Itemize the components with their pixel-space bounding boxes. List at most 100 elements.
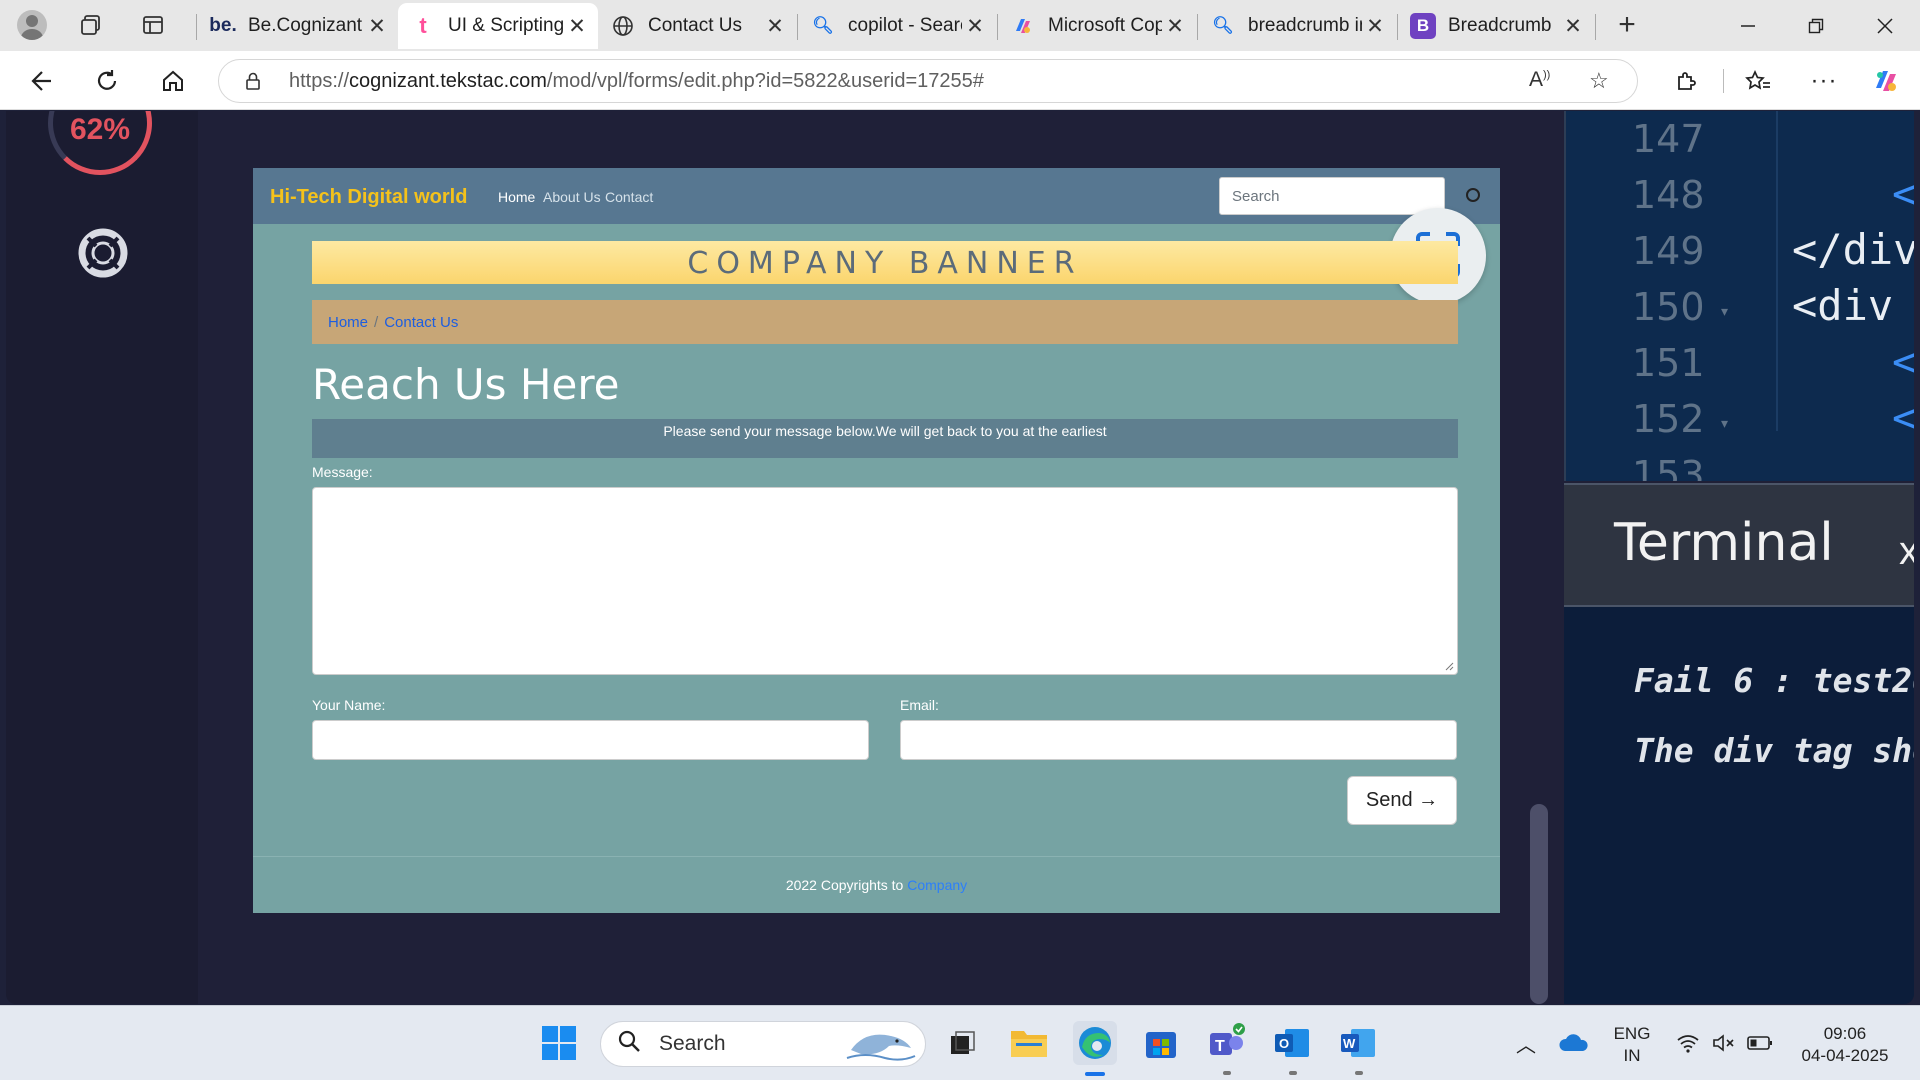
fold-chevron-icon[interactable]: ▾ xyxy=(1721,303,1728,320)
read-aloud-icon[interactable]: A)) xyxy=(1529,68,1550,92)
close-tab-icon[interactable]: ✕ xyxy=(762,14,788,39)
minimize-icon[interactable] xyxy=(1718,0,1778,51)
send-button[interactable]: Send → xyxy=(1347,776,1457,825)
preview-pane: Hi-Tech Digital world Home About Us Cont… xyxy=(198,111,1564,1004)
tab-contact-us[interactable]: Contact Us ✕ xyxy=(598,3,796,49)
outlook-icon[interactable]: O xyxy=(1270,1021,1314,1065)
address-bar[interactable]: https://cognizant.tekstac.com/mod/vpl/fo… xyxy=(218,59,1638,103)
footer-company-link[interactable]: Company xyxy=(907,877,967,893)
terminal-output: Fail 6 : test20_ The div tag sho xyxy=(1564,607,1914,1004)
copilot-icon xyxy=(1010,13,1036,39)
line-number: 149 xyxy=(1632,229,1705,273)
clock-date: 04-04-2025 xyxy=(1801,1046,1889,1065)
help-lifebuoy-icon[interactable] xyxy=(78,228,128,278)
teams-icon[interactable]: T xyxy=(1204,1021,1248,1065)
windows-start-icon[interactable] xyxy=(537,1021,581,1065)
microsoft-store-icon[interactable] xyxy=(1139,1021,1183,1065)
tab-bootstrap-breadcrumb[interactable]: B Breadcrumb ✕ xyxy=(1398,3,1594,49)
close-tab-icon[interactable]: ✕ xyxy=(1560,14,1586,39)
windows-taskbar: Search T O W ︿ ENG IN 09:06 04-04-2025 xyxy=(0,1005,1920,1080)
back-icon[interactable] xyxy=(22,63,60,99)
code-line: < xyxy=(1892,169,1914,218)
tab-title: Microsoft Copilot xyxy=(1048,15,1162,36)
message-label: Message: xyxy=(312,464,373,480)
language-indicator[interactable]: ENG IN xyxy=(1612,1023,1652,1067)
language-code: ENG xyxy=(1613,1024,1651,1043)
preview-frame: Hi-Tech Digital world Home About Us Cont… xyxy=(253,168,1500,913)
email-input[interactable] xyxy=(900,720,1457,760)
url-text[interactable]: https://cognizant.tekstac.com/mod/vpl/fo… xyxy=(289,70,984,93)
svg-text:T: T xyxy=(1215,1038,1225,1055)
terminal-close-icon[interactable]: x xyxy=(1899,529,1914,574)
file-explorer-icon[interactable] xyxy=(1007,1021,1051,1065)
show-hidden-icons-chevron-icon[interactable]: ︿ xyxy=(1504,1021,1548,1065)
site-brand[interactable]: Hi-Tech Digital world xyxy=(270,186,467,209)
workspaces-icon[interactable] xyxy=(74,8,108,42)
close-tab-icon[interactable]: ✕ xyxy=(364,14,390,39)
bootstrap-icon: B xyxy=(1410,13,1436,39)
extensions-icon[interactable] xyxy=(1667,63,1705,99)
line-number: 151 xyxy=(1632,341,1705,385)
breadcrumb-home[interactable]: Home xyxy=(328,314,368,331)
battery-icon[interactable] xyxy=(1738,1021,1782,1065)
line-number: 153 xyxy=(1632,453,1705,481)
profile-icon[interactable] xyxy=(15,8,49,42)
taskbar-search[interactable]: Search xyxy=(600,1021,926,1067)
lock-icon[interactable] xyxy=(243,71,263,91)
site-navbar: Hi-Tech Digital world Home About Us Cont… xyxy=(253,168,1500,224)
nav-about-us[interactable]: About Us xyxy=(543,189,601,205)
tab-microsoft-copilot[interactable]: Microsoft Copilot ✕ xyxy=(998,3,1196,49)
more-options-icon[interactable]: ··· xyxy=(1805,63,1843,99)
code-line: < xyxy=(1892,393,1914,442)
close-window-icon[interactable] xyxy=(1855,0,1915,51)
tab-breadcrumb-search[interactable]: 🔍︎ breadcrumb in ✕ xyxy=(1198,3,1396,49)
vertical-scrollbar[interactable] xyxy=(1530,804,1548,1004)
close-tab-icon[interactable]: ✕ xyxy=(564,14,590,39)
favorites-icon[interactable] xyxy=(1739,63,1777,99)
task-view-icon[interactable] xyxy=(940,1021,984,1065)
line-number: 148 xyxy=(1632,173,1705,217)
tab-actions-icon[interactable] xyxy=(136,8,170,42)
search-icon: 🔍︎ xyxy=(1212,16,1234,35)
edge-browser-icon[interactable] xyxy=(1073,1021,1117,1065)
restore-icon[interactable] xyxy=(1786,0,1846,51)
page-heading: Reach Us Here xyxy=(312,360,620,409)
tab-title: Contact Us xyxy=(648,15,742,36)
close-tab-icon[interactable]: ✕ xyxy=(962,14,988,39)
tab-title: Be.Cognizant xyxy=(248,15,363,36)
nav-contact[interactable]: Contact xyxy=(605,189,653,205)
page-viewport: 62% Hi-Tech Digital world Home About Us … xyxy=(6,111,1914,1004)
refresh-icon[interactable] xyxy=(88,63,126,99)
tab-be-cognizant[interactable]: be. Be.Cognizant ✕ xyxy=(198,3,398,49)
word-icon[interactable]: W xyxy=(1336,1021,1380,1065)
left-rail: 62% xyxy=(6,111,198,1004)
favorite-star-icon[interactable]: ☆ xyxy=(1589,68,1609,94)
copilot-icon[interactable] xyxy=(1867,63,1905,99)
region-code: IN xyxy=(1623,1046,1641,1065)
terminal-title: Terminal xyxy=(1614,513,1834,573)
new-tab-icon[interactable]: + xyxy=(1610,8,1644,42)
globe-icon xyxy=(610,13,636,39)
close-tab-icon[interactable]: ✕ xyxy=(1362,14,1388,39)
search-highlight-dolphin-icon xyxy=(845,1024,917,1070)
message-textarea[interactable] xyxy=(312,487,1458,675)
terminal-header: Terminal x xyxy=(1564,483,1914,607)
tab-title: copilot - Search xyxy=(848,15,962,36)
line-number: 150 xyxy=(1632,285,1705,329)
site-footer: 2022 Copyrights to Company xyxy=(253,856,1500,913)
footer-text: 2022 Copyrights to xyxy=(785,877,908,893)
nav-home[interactable]: Home xyxy=(498,189,535,205)
close-tab-icon[interactable]: ✕ xyxy=(1162,14,1188,39)
onedrive-cloud-icon[interactable] xyxy=(1552,1021,1596,1065)
breadcrumb-contact-us[interactable]: Contact Us xyxy=(384,314,458,331)
tab-title: UI & Scripting xyxy=(448,15,564,36)
home-icon[interactable] xyxy=(154,63,192,99)
fold-chevron-icon[interactable]: ▾ xyxy=(1721,415,1728,432)
address-bar-row: https://cognizant.tekstac.com/mod/vpl/fo… xyxy=(0,51,1920,110)
tab-copilot-search[interactable]: 🔍︎ copilot - Search ✕ xyxy=(798,3,996,49)
name-input[interactable] xyxy=(312,720,869,760)
tab-ui-scripting[interactable]: t UI & Scripting ✕ xyxy=(398,3,598,49)
code-editor[interactable]: 147 148 < 149 </div 150 ▾ <div 151 < 152… xyxy=(1564,111,1914,481)
site-search-icon[interactable] xyxy=(1466,188,1480,202)
clock[interactable]: 09:06 04-04-2025 xyxy=(1790,1023,1900,1067)
